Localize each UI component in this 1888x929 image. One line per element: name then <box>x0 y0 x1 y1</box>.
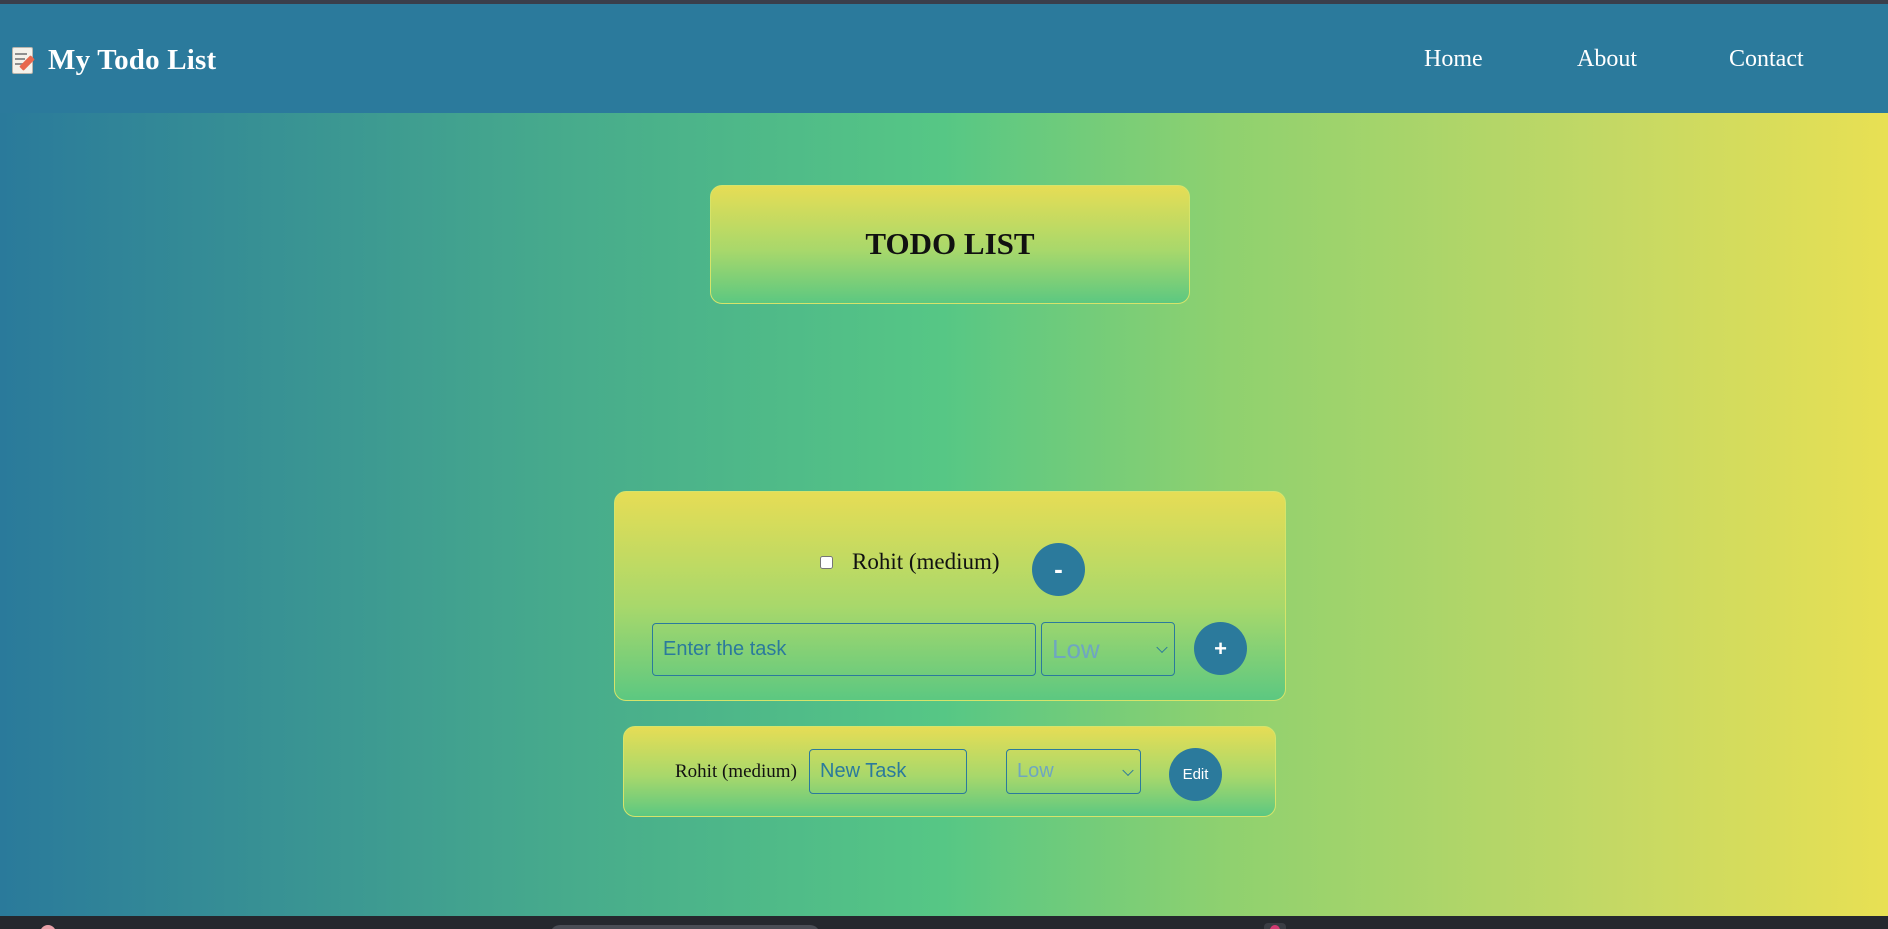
taskbar-search[interactable] <box>550 925 820 929</box>
taskbar <box>0 916 1888 929</box>
task-input[interactable]: Enter the task <box>652 623 1036 676</box>
edit-priority-select-value: Low <box>1017 760 1054 782</box>
chevron-down-icon <box>1122 764 1134 776</box>
nav-link-contact[interactable]: Contact <box>1729 46 1804 73</box>
taskbar-app-icon[interactable] <box>1264 923 1286 929</box>
edit-priority-select[interactable]: Low <box>1006 749 1141 794</box>
priority-select[interactable]: Low <box>1041 622 1175 676</box>
edit-task-label: Rohit (medium) <box>675 761 797 782</box>
priority-select-value: Low <box>1052 633 1100 664</box>
task-input-placeholder: Enter the task <box>663 638 787 660</box>
add-task-button[interactable]: + <box>1194 622 1247 675</box>
navbar: My Todo List Home About Contact <box>0 4 1888 113</box>
nav-link-home[interactable]: Home <box>1424 46 1483 73</box>
page-title: TODO LIST <box>865 226 1035 261</box>
remove-task-button[interactable]: - <box>1032 543 1085 596</box>
chevron-down-icon <box>1156 641 1168 654</box>
edit-task-input-placeholder: New Task <box>820 760 907 782</box>
task-label: Rohit (medium) <box>852 549 1000 574</box>
todo-list-card: Rohit (medium) - Enter the task Low + <box>614 491 1286 701</box>
task-checkbox[interactable] <box>820 555 833 569</box>
heading-card: TODO LIST <box>710 185 1190 304</box>
edit-task-button[interactable]: Edit <box>1169 748 1222 801</box>
edit-task-input[interactable]: New Task <box>809 749 967 794</box>
task-item: Rohit (medium) <box>820 549 1000 575</box>
nav-link-about[interactable]: About <box>1577 46 1637 73</box>
edit-task-card: Rohit (medium) New Task Low Edit <box>623 726 1276 817</box>
nav-links: Home About Contact <box>0 46 1888 76</box>
